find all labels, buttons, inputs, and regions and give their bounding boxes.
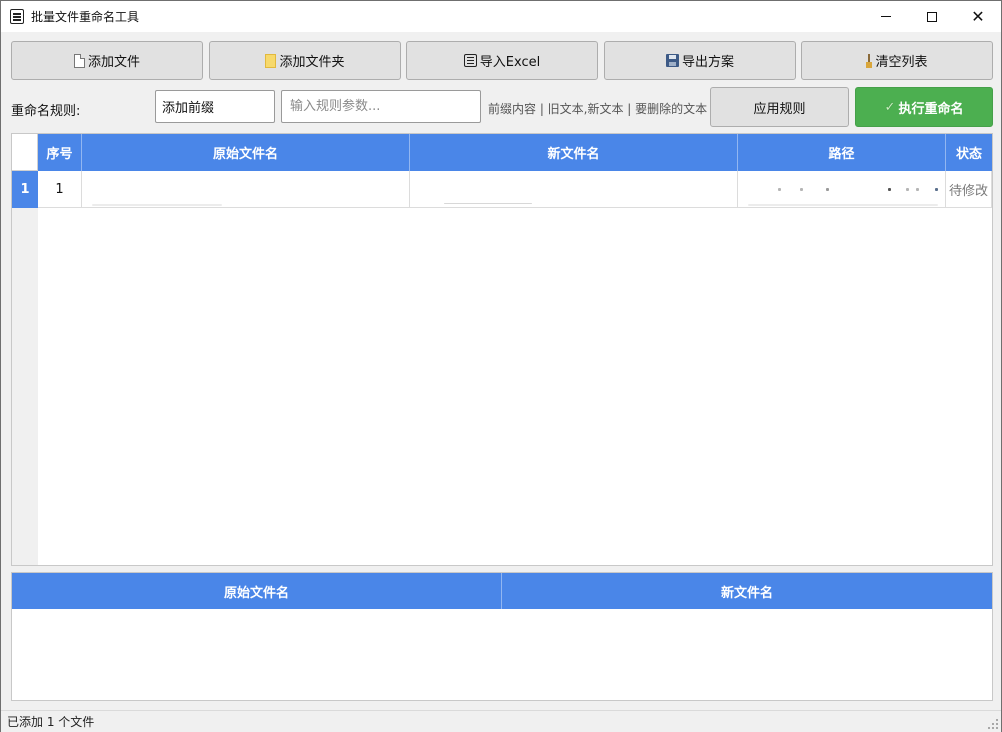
redacted-mark [800, 188, 803, 191]
rule-hint: 前缀内容 | 旧文本,新文本 | 要删除的文本 [488, 102, 708, 116]
maximize-button[interactable] [909, 1, 955, 32]
rule-select-value: 添加前缀 [162, 101, 215, 116]
cell-path[interactable] [738, 171, 946, 208]
header-status-label: 状态 [955, 147, 982, 162]
export-scheme-label: 导出方案 [681, 55, 734, 70]
list-icon [463, 54, 477, 67]
table-corner[interactable] [12, 134, 38, 171]
header-path-label: 路径 [828, 147, 855, 162]
rule-select[interactable]: 添加前缀 [155, 90, 275, 123]
add-file-label: 添加文件 [87, 55, 140, 70]
window-controls: ✕ [863, 1, 1001, 32]
redacted-mark [826, 188, 829, 191]
redacted-mark [916, 188, 919, 191]
header-status[interactable]: 状态 [946, 134, 992, 171]
cell-original-name[interactable] [82, 171, 410, 208]
check-icon: ✓ [884, 99, 896, 115]
save-icon [665, 54, 679, 67]
header-original-name[interactable]: 原始文件名 [82, 134, 410, 171]
clear-list-label: 清空列表 [875, 55, 928, 70]
redacted-text [748, 204, 938, 206]
row-header-label: 1 [20, 182, 30, 197]
import-excel-button[interactable]: 导入Excel [406, 41, 598, 80]
app-icon [10, 9, 24, 24]
folder-icon [265, 53, 277, 68]
title-bar: 批量文件重命名工具 ✕ [1, 1, 1001, 32]
export-scheme-button[interactable]: 导出方案 [604, 41, 796, 80]
app-window: 批量文件重命名工具 ✕ 添加文件 添加文件夹 导入Excel 导出方案 清空列表 [0, 0, 1002, 732]
execute-rename-button[interactable]: ✓ 执行重命名 [855, 87, 993, 127]
close-button[interactable]: ✕ [955, 1, 1001, 32]
cell-status[interactable]: 待修改 [946, 171, 992, 208]
status-text: 已添加 1 个文件 [7, 715, 95, 729]
import-excel-label: 导入Excel [479, 55, 541, 70]
rule-param-input[interactable] [281, 90, 481, 123]
cell-new-name[interactable] [410, 171, 738, 208]
resize-grip-icon[interactable] [988, 719, 998, 729]
preview-header-original[interactable]: 原始文件名 [12, 573, 502, 609]
header-new-label: 新文件名 [547, 147, 600, 162]
broom-icon [866, 53, 873, 68]
row-header[interactable]: 1 [12, 171, 38, 208]
redacted-mark [778, 188, 781, 191]
header-index[interactable]: 序号 [38, 134, 82, 171]
toolbar: 添加文件 添加文件夹 导入Excel 导出方案 清空列表 [11, 41, 993, 81]
rule-label: 重命名规则: [11, 104, 81, 119]
header-new-name[interactable]: 新文件名 [410, 134, 738, 171]
add-file-button[interactable]: 添加文件 [11, 41, 203, 80]
status-bar: 已添加 1 个文件 [1, 710, 1001, 732]
preview-header-new[interactable]: 新文件名 [502, 573, 992, 609]
header-index-label: 序号 [46, 147, 73, 162]
execute-rename-label: 执行重命名 [898, 101, 964, 117]
apply-rule-label: 应用规则 [753, 101, 806, 117]
file-table[interactable]: 序号 原始文件名 新文件名 路径 状态 1 1 待修改 [11, 133, 993, 566]
preview-table[interactable]: 原始文件名 新文件名 [11, 572, 993, 701]
maximize-icon [927, 11, 937, 22]
minimize-icon [881, 16, 891, 17]
header-path[interactable]: 路径 [738, 134, 946, 171]
clear-list-button[interactable]: 清空列表 [801, 41, 993, 80]
cell-index[interactable]: 1 [38, 171, 82, 208]
redacted-mark [888, 188, 891, 191]
add-folder-label: 添加文件夹 [279, 55, 345, 70]
redacted-text [444, 203, 532, 204]
redacted-text [92, 204, 222, 206]
preview-header-original-label: 原始文件名 [223, 585, 289, 601]
add-folder-button[interactable]: 添加文件夹 [209, 41, 401, 80]
cell-index-value: 1 [55, 181, 64, 197]
redacted-mark [935, 188, 938, 191]
cell-status-value: 待修改 [949, 183, 989, 199]
apply-rule-button[interactable]: 应用规则 [710, 87, 849, 127]
minimize-button[interactable] [863, 1, 909, 32]
window-title: 批量文件重命名工具 [31, 10, 140, 24]
redacted-mark [906, 188, 909, 191]
preview-header-new-label: 新文件名 [720, 585, 773, 601]
close-icon: ✕ [971, 6, 985, 26]
header-original-label: 原始文件名 [212, 147, 278, 162]
file-icon [73, 53, 85, 68]
